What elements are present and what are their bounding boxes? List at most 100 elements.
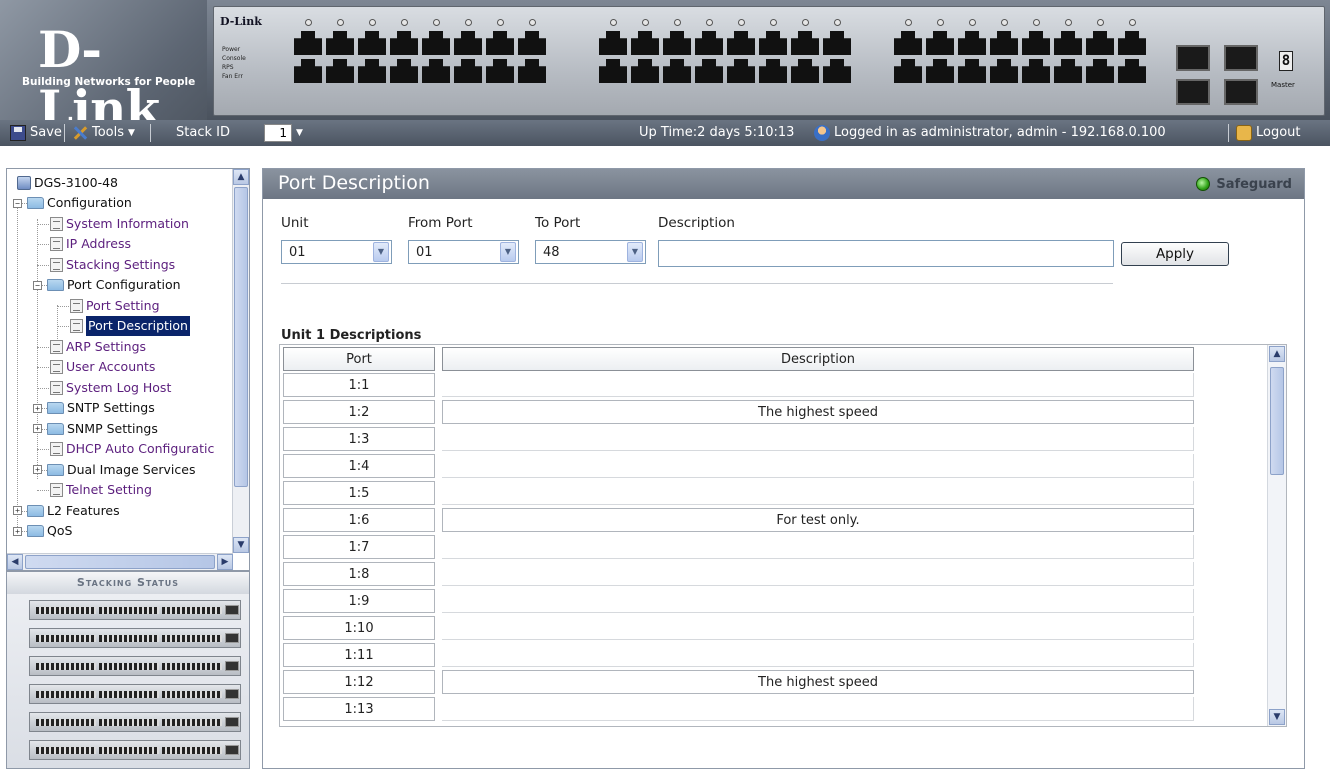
sfp-port-icon bbox=[225, 745, 239, 755]
tree-item-telnet-setting[interactable]: Telnet Setting bbox=[33, 480, 152, 500]
description-cell bbox=[442, 643, 1194, 667]
tree-item-system-log-host[interactable]: System Log Host bbox=[33, 378, 171, 398]
stacking-status-title: Stacking Status bbox=[7, 572, 249, 594]
column-header-description: Description bbox=[442, 347, 1194, 371]
port-row-icon bbox=[99, 718, 159, 726]
tools-menu-button[interactable]: Tools ▼ bbox=[72, 120, 135, 146]
stack-unit-switch[interactable] bbox=[29, 628, 241, 648]
save-button[interactable]: Save bbox=[10, 120, 62, 146]
tools-icon bbox=[72, 125, 88, 141]
stack-unit-switch[interactable] bbox=[29, 740, 241, 760]
tree-item-arp-settings[interactable]: ARP Settings bbox=[33, 337, 146, 357]
tree-item-qos[interactable]: + QoS bbox=[13, 521, 72, 541]
scroll-down-icon[interactable]: ▼ bbox=[233, 537, 249, 553]
ethernet-port-icon bbox=[663, 59, 691, 83]
ethernet-port-icon bbox=[1118, 31, 1146, 55]
scroll-right-icon[interactable]: ▶ bbox=[217, 554, 233, 570]
from-port-select[interactable]: 01 ▼ bbox=[408, 240, 519, 264]
description-cell: For test only. bbox=[442, 508, 1194, 532]
tree-item-port-description[interactable]: Port Description bbox=[53, 316, 190, 336]
tree-item-label: Dual Image Services bbox=[67, 461, 196, 477]
scroll-thumb[interactable] bbox=[1270, 367, 1284, 475]
port-row-icon bbox=[99, 634, 159, 642]
tree-item-user-accounts[interactable]: User Accounts bbox=[33, 357, 155, 377]
port-row-icon bbox=[36, 662, 96, 670]
tree-item-port-setting[interactable]: Port Setting bbox=[53, 296, 160, 316]
port-cell: 1:7 bbox=[283, 535, 435, 559]
expand-icon[interactable]: + bbox=[33, 465, 42, 474]
safeguard-status-icon bbox=[1196, 177, 1211, 191]
ethernet-port-icon bbox=[990, 31, 1018, 55]
expand-icon[interactable]: + bbox=[13, 526, 22, 536]
to-port-select[interactable]: 48 ▼ bbox=[535, 240, 646, 264]
port-row-icon bbox=[162, 718, 222, 726]
sfp-port-icon bbox=[225, 717, 239, 727]
tree-item-sntp-settings[interactable]: + SNTP Settings bbox=[33, 398, 155, 418]
combo-port-45 bbox=[1176, 45, 1210, 71]
stack-unit-switch[interactable] bbox=[29, 712, 241, 732]
chevron-down-icon: ▼ bbox=[627, 242, 643, 262]
unit-select[interactable]: 01 ▼ bbox=[281, 240, 392, 264]
stack-unit-switch[interactable] bbox=[29, 600, 241, 620]
tree-item-l2-features[interactable]: + L2 Features bbox=[13, 501, 120, 521]
apply-button[interactable]: Apply bbox=[1121, 242, 1229, 266]
table-vertical-scrollbar[interactable]: ▲ ▼ bbox=[1267, 345, 1286, 726]
port-led bbox=[1128, 19, 1136, 26]
page-icon bbox=[50, 483, 63, 497]
ethernet-port-icon bbox=[958, 31, 986, 55]
description-cell bbox=[442, 373, 1194, 397]
expand-icon[interactable]: + bbox=[33, 403, 42, 413]
ethernet-port-icon bbox=[894, 31, 922, 55]
ethernet-port-icon bbox=[631, 59, 659, 83]
port-cell: 1:3 bbox=[283, 427, 435, 451]
expand-icon[interactable]: + bbox=[13, 506, 22, 515]
scroll-up-icon[interactable]: ▲ bbox=[1269, 346, 1285, 362]
port-group-2 bbox=[599, 19, 851, 85]
dlink-logo: D-Link Building Networks for People bbox=[0, 0, 207, 120]
stack-id-select[interactable]: 1 ▼ bbox=[264, 123, 308, 143]
combo-port-46 bbox=[1176, 79, 1210, 105]
scroll-thumb[interactable] bbox=[234, 187, 248, 487]
tree-item-stacking-settings[interactable]: Stacking Settings bbox=[33, 255, 175, 275]
ethernet-port-icon bbox=[326, 59, 354, 83]
tools-label: Tools bbox=[92, 125, 125, 140]
tree-root[interactable]: DGS-3100-48 bbox=[17, 173, 118, 193]
tree-item-snmp-settings[interactable]: + SNMP Settings bbox=[33, 419, 158, 439]
unit-id-display: 8 bbox=[1279, 51, 1293, 71]
logout-icon bbox=[1236, 125, 1252, 141]
tree-item-port-configuration[interactable]: − Port Configuration bbox=[33, 275, 181, 295]
description-input[interactable] bbox=[658, 240, 1114, 267]
collapse-icon[interactable]: − bbox=[33, 280, 42, 290]
port-led bbox=[496, 19, 504, 26]
tree-item-label: Telnet Setting bbox=[66, 482, 152, 497]
collapse-icon[interactable]: − bbox=[13, 198, 22, 208]
ethernet-port-icon bbox=[791, 59, 819, 83]
tree-item-configuration[interactable]: − Configuration bbox=[13, 193, 132, 213]
description-cell bbox=[442, 535, 1194, 559]
page-icon bbox=[70, 298, 83, 313]
expand-icon[interactable]: + bbox=[33, 424, 42, 433]
scroll-left-icon[interactable]: ◀ bbox=[7, 554, 23, 570]
tree-item-dhcp-auto-configuratic[interactable]: DHCP Auto Configuratic bbox=[33, 439, 214, 459]
sfp-port-icon bbox=[225, 661, 239, 671]
folder-icon bbox=[47, 422, 64, 435]
ethernet-port-icon bbox=[926, 31, 954, 55]
scroll-thumb[interactable] bbox=[25, 555, 215, 569]
description-cell bbox=[442, 481, 1194, 505]
tree-item-ip-address[interactable]: IP Address bbox=[33, 234, 131, 254]
scroll-down-icon[interactable]: ▼ bbox=[1269, 709, 1285, 725]
stack-unit-switch[interactable] bbox=[29, 656, 241, 676]
logout-button[interactable]: Logout bbox=[1236, 120, 1301, 146]
scroll-up-icon[interactable]: ▲ bbox=[233, 169, 249, 185]
port-cell: 1:10 bbox=[283, 616, 435, 640]
stack-unit-switch[interactable] bbox=[29, 684, 241, 704]
tree-item-dual-image-services[interactable]: + Dual Image Services bbox=[33, 460, 196, 480]
port-cell: 1:13 bbox=[283, 697, 435, 721]
port-cell: 1:8 bbox=[283, 562, 435, 586]
tree-item-system-information[interactable]: System Information bbox=[33, 214, 189, 234]
tree-vertical-scrollbar[interactable]: ▲ ▼ bbox=[232, 169, 249, 553]
ethernet-port-icon bbox=[759, 31, 787, 55]
tree-horizontal-scrollbar[interactable]: ◀ ▶ bbox=[7, 553, 233, 570]
port-led bbox=[1064, 19, 1072, 26]
save-icon bbox=[10, 125, 26, 141]
